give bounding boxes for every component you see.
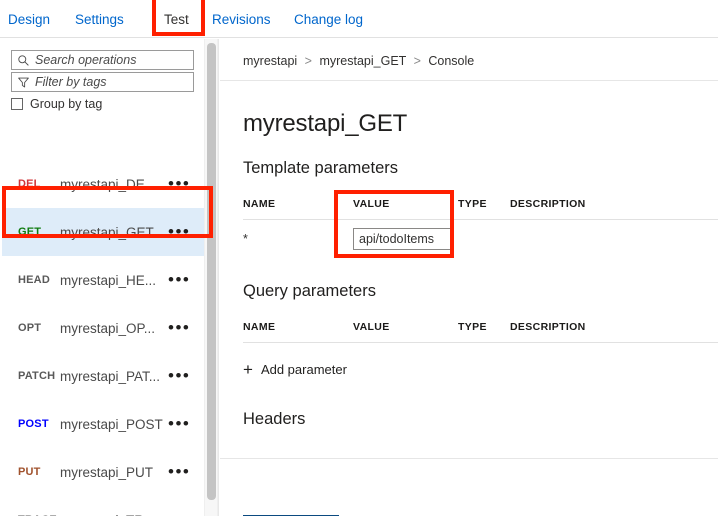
operation-row-opt[interactable]: OPT myrestapi_OP... ••• — [2, 304, 213, 352]
table-row: * — [243, 220, 718, 272]
operation-more-menu-icon[interactable]: ••• — [168, 367, 190, 384]
tab-revisions[interactable]: Revisions — [212, 0, 271, 38]
operation-name: myrestapi_HE... — [60, 272, 157, 288]
headers-heading: Headers — [243, 410, 306, 428]
operation-method-badge: PATCH — [18, 370, 56, 382]
search-icon — [18, 54, 29, 66]
operation-name: myrestapi_OP... — [60, 320, 156, 336]
tab-design[interactable]: Design — [8, 0, 50, 38]
operation-row-get[interactable]: GET myrestapi_GET ••• — [2, 208, 213, 256]
table-header-row: NAME VALUE TYPE DESCRIPTION — [243, 194, 718, 220]
top-tab-bar: Design Settings Test Revisions Change lo… — [0, 0, 718, 38]
operation-name: myrestapi_PUT — [60, 464, 154, 480]
group-by-tag-checkbox[interactable]: Group by tag — [11, 97, 102, 111]
breadcrumb-operation[interactable]: myrestapi_GET — [319, 54, 406, 68]
tab-label: Settings — [75, 11, 124, 27]
add-parameter-label: Add parameter — [260, 362, 347, 377]
operation-method-badge: DEL — [18, 178, 41, 190]
group-by-tag-label: Group by tag — [30, 97, 103, 111]
operation-more-menu-icon[interactable]: ••• — [168, 175, 190, 192]
operation-more-menu-icon[interactable]: ••• — [168, 463, 190, 480]
api-management-test-console: Design Settings Test Revisions Change lo… — [0, 0, 718, 516]
operation-name: myrestapi_GET — [60, 224, 154, 240]
operation-row-head[interactable]: HEAD myrestapi_HE... ••• — [2, 256, 213, 304]
operation-more-menu-icon[interactable]: ••• — [168, 271, 190, 288]
tab-settings[interactable]: Settings — [75, 0, 124, 38]
operation-name: myrestapi_TR... — [60, 513, 155, 516]
operation-more-menu-icon[interactable]: ••• — [168, 319, 190, 336]
operation-name: myrestapi_DE... — [60, 176, 157, 192]
column-header-value: VALUE — [353, 198, 390, 210]
filter-placeholder: Filter by tags — [35, 75, 107, 89]
column-header-description: DESCRIPTION — [510, 198, 586, 210]
operation-row-patch[interactable]: PATCH myrestapi_PAT... ••• — [2, 352, 213, 400]
breadcrumb: myrestapi > myrestapi_GET > Console — [243, 54, 474, 68]
operation-row-trace[interactable]: TRACEmyrestapi_TR...••• — [2, 496, 213, 516]
column-header-description: DESCRIPTION — [510, 321, 586, 333]
tab-label: Revisions — [212, 11, 271, 27]
operations-list: DEL myrestapi_DE... ••• GET myrestapi_GET •••… — [0, 142, 218, 516]
operation-row-put[interactable]: PUT myrestapi_PUT ••• — [2, 448, 213, 496]
breadcrumb-divider — [220, 80, 718, 81]
operation-more-menu-icon[interactable]: ••• — [168, 223, 190, 240]
operation-method-badge: HEAD — [18, 274, 50, 286]
column-header-type: TYPE — [458, 198, 487, 210]
operation-row-del[interactable]: DEL myrestapi_DE... ••• — [2, 160, 213, 208]
tab-change-log[interactable]: Change log — [294, 0, 363, 38]
template-parameters-table: NAME VALUE TYPE DESCRIPTION * — [243, 194, 718, 272]
table-header-row: NAME VALUE TYPE DESCRIPTION — [243, 317, 718, 343]
operations-sidebar: Search operations Filter by tags Group b… — [0, 39, 219, 516]
param-value-input[interactable] — [353, 228, 451, 250]
checkbox-box — [11, 98, 23, 110]
operation-row-post[interactable]: POST myrestapi_POST ••• — [2, 400, 213, 448]
column-header-value: VALUE — [353, 321, 390, 333]
filter-by-tags-input[interactable]: Filter by tags — [11, 72, 194, 92]
tab-label: Test — [164, 11, 189, 27]
operation-more-menu-icon[interactable]: ••• — [168, 415, 190, 432]
operation-name: myrestapi_PAT... — [60, 368, 161, 384]
param-name-cell: * — [243, 232, 248, 246]
operation-method-badge: GET — [18, 226, 42, 238]
tab-label: Change log — [294, 11, 364, 27]
tab-label: Design — [8, 11, 51, 27]
add-parameter-button[interactable]: + Add parameter — [243, 360, 347, 379]
column-header-name: NAME — [243, 321, 276, 333]
query-parameters-table: NAME VALUE TYPE DESCRIPTION — [243, 317, 718, 343]
footer-divider — [220, 458, 718, 459]
operation-method-badge: OPT — [18, 322, 42, 334]
console-main-panel: myrestapi > myrestapi_GET > Console myre… — [220, 39, 718, 516]
template-parameters-heading: Template parameters — [243, 159, 398, 177]
tab-test[interactable]: Test — [164, 0, 189, 38]
operation-method-badge: POST — [18, 418, 49, 430]
page-title: myrestapi_GET — [243, 110, 408, 137]
funnel-icon — [18, 77, 29, 87]
search-operations-input[interactable]: Search operations — [11, 50, 194, 70]
sidebar-scrollbar-thumb[interactable] — [207, 43, 216, 500]
query-parameters-heading: Query parameters — [243, 282, 376, 300]
search-placeholder: Search operations — [35, 53, 137, 67]
breadcrumb-separator: > — [304, 54, 312, 68]
column-header-name: NAME — [243, 198, 276, 210]
breadcrumb-leaf: Console — [428, 54, 475, 68]
operation-method-badge: PUT — [18, 466, 41, 478]
operation-name: myrestapi_POST — [60, 416, 163, 432]
breadcrumb-separator: > — [413, 54, 421, 68]
plus-icon: + — [243, 360, 253, 379]
breadcrumb-root[interactable]: myrestapi — [243, 54, 297, 68]
column-header-type: TYPE — [458, 321, 487, 333]
